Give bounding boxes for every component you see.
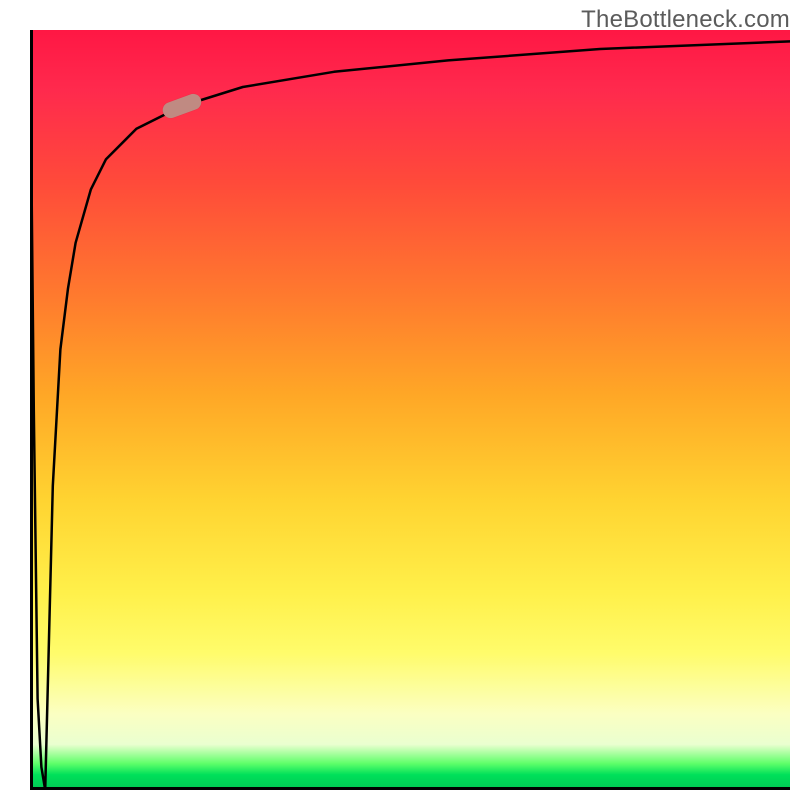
bottleneck-curve (30, 30, 790, 790)
plot-area (30, 30, 790, 790)
chart-container: TheBottleneck.com (0, 0, 800, 800)
watermark-label: TheBottleneck.com (581, 6, 790, 34)
